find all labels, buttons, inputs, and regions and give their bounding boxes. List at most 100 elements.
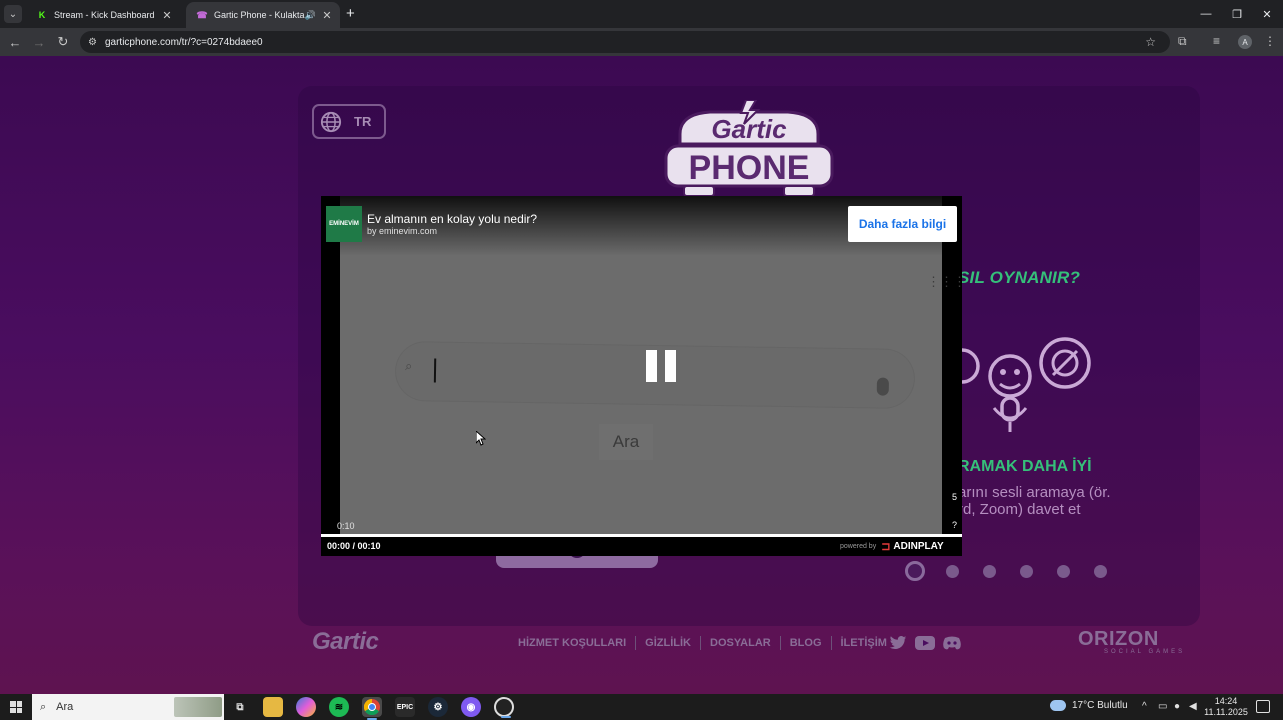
feature-title: RAMAK DAHA İYİ	[958, 458, 1092, 475]
weather-widget[interactable]: 17°C Bulutlu	[1050, 700, 1128, 711]
chrome-icon[interactable]	[362, 697, 382, 720]
file-explorer-icon[interactable]	[263, 697, 283, 717]
footer-link[interactable]: BLOG	[790, 637, 822, 649]
ad-powered-by[interactable]: powered by ⊐ ADINPLAY	[840, 540, 944, 553]
volume-icon[interactable]: ◀	[1189, 701, 1197, 712]
voice-call-illustration	[958, 337, 1091, 432]
pause-icon[interactable]	[646, 350, 676, 382]
system-clock[interactable]: 14:24 11.11.2025	[1204, 696, 1248, 718]
feature-description-line-2: rd, Zoom) davet et	[958, 501, 1081, 518]
footer-link-divider	[830, 636, 832, 650]
taskbar-search[interactable]: ⌕ Ara	[32, 694, 224, 720]
close-window-icon[interactable]: ✕	[1251, 0, 1283, 28]
youtube-icon[interactable]	[915, 634, 935, 652]
epic-games-icon[interactable]: EPIC	[395, 697, 415, 717]
restore-icon[interactable]: ❐	[1221, 0, 1253, 28]
footer-link[interactable]: GİZLİLİK	[645, 637, 691, 649]
start-button[interactable]	[10, 701, 22, 713]
carousel-dot[interactable]	[905, 561, 925, 581]
feature-description-line-1: arını sesli aramaya (ör.	[958, 484, 1111, 501]
ad-learn-more-button[interactable]: Daha fazla bilgi	[848, 206, 957, 242]
horizon-brand-text: ORIZON	[1078, 628, 1159, 650]
audio-playing-icon[interactable]: 🔊	[305, 10, 316, 21]
show-hidden-icons-icon[interactable]: ^	[1142, 701, 1147, 712]
search-highlight-image	[174, 697, 222, 717]
footer-link[interactable]: İLETİŞİM	[841, 637, 887, 649]
ad-brand-badge[interactable]: EMİNEVİM	[326, 206, 362, 242]
tab-gartic-phone[interactable]: ☎ Gartic Phone - Kulaktan Kul 🔊 ✕	[186, 2, 340, 28]
ad-title[interactable]: Ev almanın en kolay yolu nedir?	[367, 212, 537, 226]
footer-link-divider	[635, 636, 637, 650]
clock-time: 14:24	[1214, 696, 1238, 706]
steam-icon[interactable]: ⚙	[428, 697, 448, 717]
footer-gartic-logo[interactable]: Gartic	[312, 628, 379, 656]
browser-toolbar: ← → ↻ ⚙ garticphone.com/tr/?c=0274bdaee0…	[0, 28, 1283, 56]
footer-link[interactable]: DOSYALAR	[710, 637, 771, 649]
windows-taskbar: ⌕ Ara ⧉ ≋ EPIC ⚙ ◉ 17°C Bulutlu ^ ▭ ● ◀ …	[0, 694, 1283, 720]
discord-app-icon[interactable]: ◉	[461, 697, 481, 717]
footer-link-divider	[700, 636, 701, 650]
meet-now-icon[interactable]: ▭	[1158, 701, 1167, 712]
menu-icon[interactable]: ⋮	[1264, 34, 1276, 48]
horizon-subtitle: SOCIAL GAMES	[1104, 649, 1186, 655]
powered-by-label: powered by	[840, 543, 877, 550]
carousel-dots	[905, 561, 1131, 581]
url-text: garticphone.com/tr/?c=0274bdaee0	[104, 36, 263, 48]
minimize-icon[interactable]: —	[1190, 0, 1222, 28]
twitter-icon[interactable]	[888, 634, 908, 652]
task-view-icon[interactable]: ⧉	[230, 697, 250, 717]
spotify-icon[interactable]: ≋	[329, 697, 349, 717]
carousel-dot[interactable]	[946, 564, 959, 578]
tab-title: Gartic Phone - Kulaktan Kul	[214, 10, 305, 20]
bookmark-star-icon[interactable]: ☆	[1145, 35, 1156, 49]
language-button[interactable]: TR	[312, 104, 386, 139]
weather-text: 17°C Bulutlu	[1072, 700, 1128, 711]
close-tab-icon[interactable]: ✕	[160, 9, 174, 22]
video-ad-overlay[interactable]: ⋮⋮⋮ ⌕ Ara EMİNEVİM Ev almanın en kolay y…	[321, 196, 966, 556]
clock-date: 11.11.2025	[1204, 707, 1248, 717]
ad-elapsed: 0:10	[337, 521, 355, 531]
gartic-favicon-icon: ☎	[196, 9, 208, 20]
cloudy-weather-icon	[1050, 700, 1066, 711]
adinplay-logo-icon: ⊐	[881, 541, 891, 553]
apps-grid-icon: ⋮⋮⋮	[927, 274, 966, 289]
horizon-logo[interactable]: ORIZON SOCIAL GAMES	[1078, 628, 1185, 655]
ad-mic-icon	[876, 377, 889, 396]
carousel-dot[interactable]	[983, 564, 996, 578]
footer-link-divider	[779, 636, 781, 650]
discord-icon[interactable]	[942, 634, 962, 652]
tab-kick-dashboard[interactable]: K Stream - Kick Dashboard ✕	[26, 2, 180, 28]
media-controls-icon[interactable]: ≡	[1213, 34, 1220, 48]
footer-links: HİZMET KOŞULLARI GİZLİLİK DOSYALAR BLOG İLET…	[518, 636, 887, 650]
profile-avatar[interactable]: A	[1238, 35, 1252, 49]
gartic-page: TR Gartic PHONE SIL OYNANIR? RAMAK DAHA …	[0, 56, 1283, 694]
ad-advertiser: by eminevim.com	[367, 226, 438, 236]
reload-button[interactable]: ↻	[53, 32, 73, 52]
back-button[interactable]: ←	[5, 32, 25, 52]
close-tab-icon[interactable]: ✕	[320, 9, 334, 22]
notification-center-icon[interactable]	[1256, 700, 1270, 713]
ad-skip-countdown: 5	[952, 492, 958, 502]
carousel-dot[interactable]	[1020, 564, 1033, 578]
ad-info-icon[interactable]: ?	[952, 520, 957, 530]
how-to-play-title: SIL OYNANIR?	[958, 268, 1081, 287]
new-tab-button[interactable]: +	[346, 6, 355, 21]
site-info-icon[interactable]: ⚙	[88, 37, 97, 48]
obs-icon[interactable]	[494, 697, 514, 718]
ad-time-display: 00:00 / 00:10	[327, 541, 381, 551]
kick-favicon-icon: K	[38, 10, 46, 20]
tab-strip: ⌄ K Stream - Kick Dashboard ✕ ☎ Gartic P…	[0, 0, 1283, 28]
microphone-icon[interactable]: ●	[1174, 701, 1180, 712]
globe-icon	[320, 111, 342, 132]
copilot-icon[interactable]	[296, 697, 316, 717]
carousel-dot[interactable]	[1094, 564, 1107, 578]
tab-search-button[interactable]: ⌄	[4, 5, 22, 23]
forward-button[interactable]: →	[29, 32, 49, 52]
extensions-icon[interactable]: ⧉	[1178, 34, 1187, 49]
feature-description: arını sesli aramaya (ör. rd, Zoom) davet…	[958, 484, 1158, 518]
carousel-dot[interactable]	[1057, 564, 1070, 578]
ad-progress-bar[interactable]	[321, 534, 962, 537]
tab-title: Stream - Kick Dashboard	[54, 10, 155, 20]
footer-link[interactable]: HİZMET KOŞULLARI	[518, 637, 626, 649]
address-bar[interactable]: ⚙ garticphone.com/tr/?c=0274bdaee0 ☆	[80, 31, 1170, 53]
